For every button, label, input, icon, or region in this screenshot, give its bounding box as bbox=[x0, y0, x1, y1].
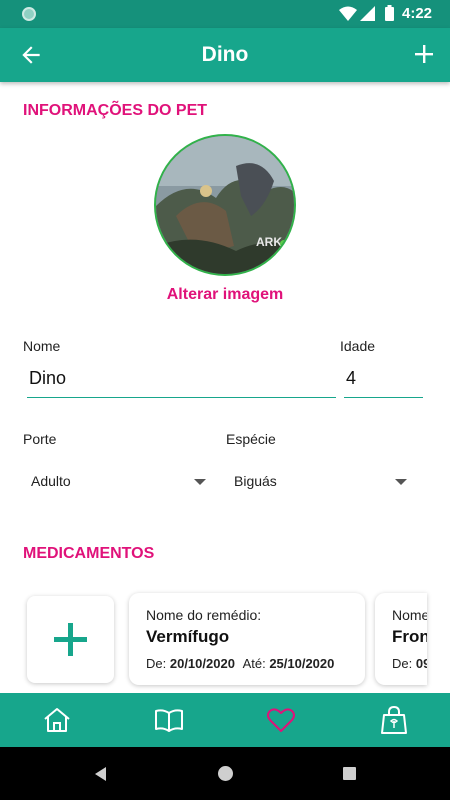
notification-icon bbox=[22, 7, 36, 21]
age-label: Idade bbox=[340, 338, 376, 354]
end-date: 25/10/2020 bbox=[269, 656, 335, 671]
medication-name-label: Nome do remédio: bbox=[146, 607, 262, 623]
signal-icon bbox=[360, 6, 375, 21]
chevron-down-icon bbox=[395, 479, 407, 485]
age-input[interactable]: 4 bbox=[344, 362, 423, 398]
size-select-value: Adulto bbox=[31, 473, 71, 489]
species-select[interactable]: Biguás bbox=[234, 473, 408, 493]
pet-image: ARK bbox=[156, 136, 294, 274]
page-title: Dino bbox=[201, 43, 249, 66]
chevron-down-icon bbox=[194, 479, 206, 485]
system-recents-icon[interactable] bbox=[343, 767, 356, 780]
medications-title: MEDICAMENTOS bbox=[23, 545, 155, 562]
name-label: Nome bbox=[23, 338, 61, 354]
add-medication-button[interactable] bbox=[27, 596, 114, 683]
heart-icon[interactable] bbox=[266, 706, 296, 734]
wifi-icon bbox=[339, 6, 357, 21]
start-date: 09 bbox=[415, 656, 427, 671]
name-input[interactable]: Dino bbox=[27, 362, 336, 398]
medication-dates: De: 09 bbox=[392, 656, 427, 671]
home-icon[interactable] bbox=[42, 706, 72, 734]
size-label: Porte bbox=[23, 431, 57, 447]
pet-avatar[interactable]: ARK bbox=[154, 134, 296, 276]
image-logo-text: ARK bbox=[256, 235, 282, 249]
system-back-icon[interactable] bbox=[95, 767, 106, 781]
battery-icon bbox=[385, 5, 394, 21]
status-time: 4:22 bbox=[402, 5, 433, 22]
plus-icon bbox=[54, 623, 87, 656]
medication-name: Vermífugo bbox=[146, 627, 230, 646]
book-icon[interactable] bbox=[154, 706, 184, 734]
medication-dates: De: 20/10/2020 Até: 25/10/2020 bbox=[146, 656, 334, 671]
medication-name-label: Nome bbox=[392, 607, 427, 623]
status-bar: 4:22 bbox=[0, 0, 450, 28]
shopping-bag-icon[interactable] bbox=[379, 706, 409, 734]
start-date: 20/10/2020 bbox=[169, 656, 235, 671]
size-select[interactable]: Adulto bbox=[31, 473, 206, 493]
bottom-nav bbox=[0, 693, 450, 747]
system-nav-bar bbox=[0, 747, 450, 800]
app-bar: Dino bbox=[0, 28, 450, 82]
medication-card[interactable]: Nome do remédio: Vermífugo De: 20/10/202… bbox=[129, 593, 365, 685]
species-label: Espécie bbox=[226, 431, 276, 447]
plus-icon[interactable] bbox=[412, 42, 436, 66]
end-label: Até: bbox=[242, 656, 266, 671]
start-label: De: bbox=[146, 656, 167, 671]
species-select-value: Biguás bbox=[234, 473, 277, 489]
start-label: De: bbox=[392, 656, 413, 671]
medication-name: Front bbox=[392, 627, 427, 646]
pet-info-title: INFORMAÇÕES DO PET bbox=[23, 102, 208, 119]
medication-card[interactable]: Nome Front De: 09 bbox=[375, 593, 427, 685]
system-home-icon[interactable] bbox=[218, 766, 233, 781]
change-image-link[interactable]: Alterar imagem bbox=[0, 286, 450, 304]
